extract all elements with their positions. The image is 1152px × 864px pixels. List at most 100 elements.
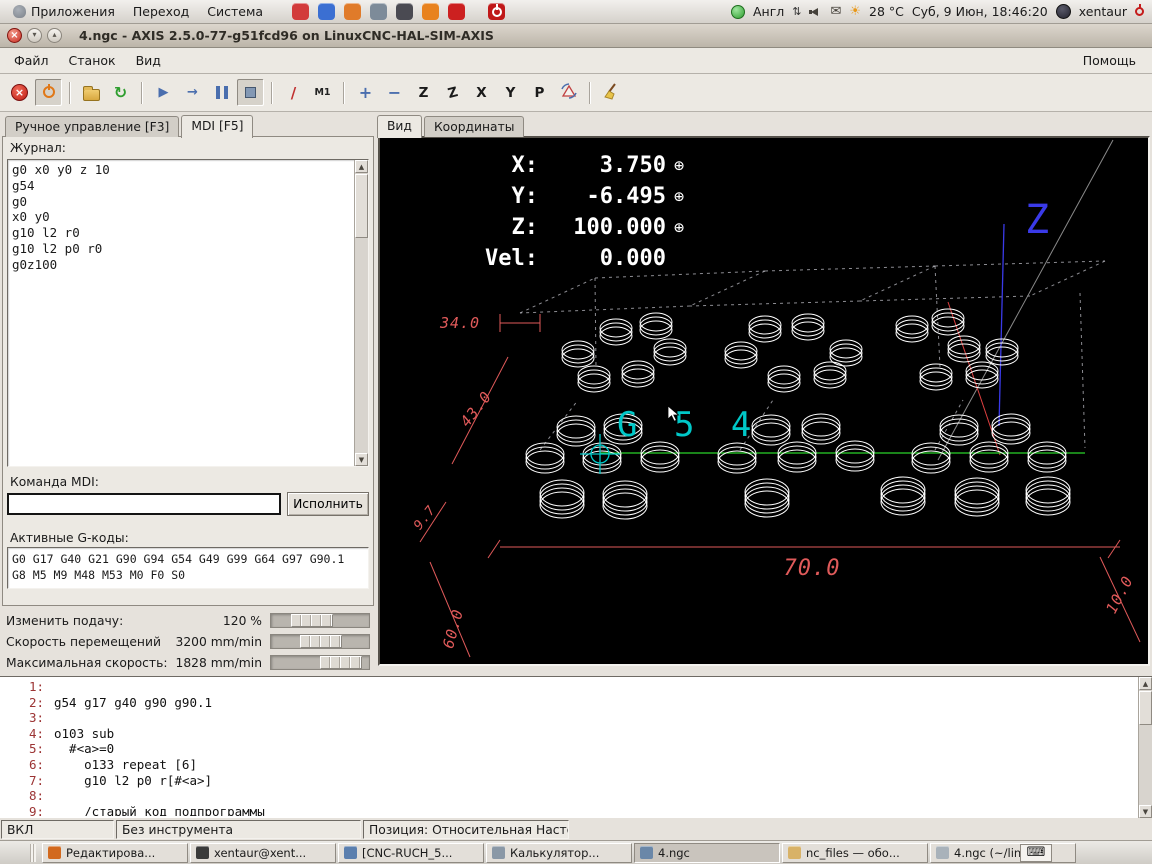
view-rotated-top-button[interactable]: Z: [439, 79, 466, 106]
taskbar-item-2[interactable]: [CNC-RUCH_5...: [338, 843, 484, 863]
firefox-launcher-icon[interactable]: [344, 3, 361, 20]
volume-icon[interactable]: [809, 6, 822, 18]
program-scrollbar[interactable]: ▲▼: [1138, 677, 1152, 818]
zoom-in-button[interactable]: +: [352, 79, 379, 106]
scroll-down-arrow[interactable]: ▼: [1139, 805, 1152, 818]
power-icon: [41, 83, 57, 102]
mail-icon[interactable]: ✉: [830, 4, 841, 19]
gcode-listing[interactable]: 1:2:g54 g17 g40 g90 g90.13:4:o103 sub5: …: [0, 676, 1152, 818]
camera-launcher-icon[interactable]: [396, 3, 413, 20]
reload-icon: ↻: [114, 83, 127, 102]
quit-icon[interactable]: [1135, 7, 1144, 16]
calculator-launcher-icon[interactable]: [370, 3, 387, 20]
scroll-down-arrow[interactable]: ▼: [355, 453, 368, 466]
web-browser-launcher-icon[interactable]: [318, 3, 335, 20]
optional-pause-button[interactable]: M1: [309, 79, 336, 106]
scroll-trough[interactable]: [1139, 690, 1152, 805]
gcode-line[interactable]: 1:: [0, 679, 1136, 695]
main-area: Ручное управление [F3]MDI [F5] Журнал: g…: [0, 112, 1152, 676]
panel-menu-label: Переход: [133, 4, 189, 19]
scroll-thumb[interactable]: [355, 174, 368, 238]
gcode-line-number: 7:: [0, 773, 44, 789]
slider-handle[interactable]: [320, 656, 362, 669]
machine-power-button[interactable]: [35, 79, 62, 106]
feed-override-slider[interactable]: [270, 613, 370, 628]
window-maximize-button[interactable]: ▴: [47, 28, 62, 43]
stop-icon: [245, 87, 256, 98]
panel-menu-places[interactable]: Переход: [124, 2, 198, 21]
tab-dro[interactable]: Координаты: [424, 116, 525, 137]
gcode-line[interactable]: 9: /старый код подпрограммы: [0, 804, 1136, 816]
gcode-line[interactable]: 8:: [0, 788, 1136, 804]
tab-preview[interactable]: Вид: [377, 115, 422, 138]
menu-machine[interactable]: Станок: [59, 49, 126, 72]
taskbar-item-6[interactable]: 4.ngc (~/linux...: [930, 843, 1076, 863]
mdi-command-input[interactable]: [7, 493, 281, 515]
keyboard-layout-indicator[interactable]: Англ: [753, 4, 784, 19]
taskbar-item-1[interactable]: xentaur@xent...: [190, 843, 336, 863]
panel-menu-system[interactable]: Система: [198, 2, 272, 21]
history-scrollbar[interactable]: ▲▼: [354, 160, 368, 466]
view-perspective-button[interactable]: P: [526, 79, 553, 106]
keyboard-indicator[interactable]: ⌨: [1020, 844, 1052, 862]
user-icon[interactable]: [1056, 4, 1071, 19]
slider-handle[interactable]: [300, 635, 342, 648]
clear-plot-button[interactable]: [598, 79, 625, 106]
taskbar-item-4[interactable]: 4.ngc: [634, 843, 780, 863]
estop-button[interactable]: ×: [6, 79, 33, 106]
layout-switch-icon[interactable]: ⇅: [792, 5, 801, 18]
tab-mdi[interactable]: MDI [F5]: [181, 115, 253, 138]
alarm-clock-launcher-icon[interactable]: [292, 3, 309, 20]
reload-file-button[interactable]: ↻: [107, 79, 134, 106]
mdi-execute-button[interactable]: Исполнить: [287, 492, 369, 516]
menu-file[interactable]: Файл: [4, 49, 59, 72]
slider-label: Изменить подачу:: [6, 614, 123, 628]
shutdown-launcher-icon[interactable]: [488, 3, 505, 20]
gcode-line[interactable]: 5: #<a>=0: [0, 741, 1136, 757]
window-close-button[interactable]: ×: [7, 28, 22, 43]
zoom-out-button[interactable]: −: [381, 79, 408, 106]
gcode-line[interactable]: 2:g54 g17 g40 g90 g90.1: [0, 695, 1136, 711]
skip-lines-button[interactable]: /: [280, 79, 307, 106]
gcode-line[interactable]: 7: g10 l2 p0 r[#<a>]: [0, 773, 1136, 789]
view-side-button[interactable]: X: [468, 79, 495, 106]
preview-canvas[interactable]: 34.043.09.770.060.010.0G 5 4Z X:3.750⊕Y:…: [378, 136, 1150, 666]
jog-speed-slider[interactable]: [270, 634, 370, 649]
max-velocity-slider[interactable]: [270, 655, 370, 670]
scroll-up-arrow[interactable]: ▲: [355, 160, 368, 173]
clear-plot-icon: [603, 82, 621, 103]
panel-menu-applications[interactable]: Приложения: [4, 2, 124, 21]
vlc-launcher-icon[interactable]: [422, 3, 439, 20]
weather-icon[interactable]: ☀: [849, 4, 861, 19]
opera-launcher-icon[interactable]: [448, 3, 465, 20]
step-button[interactable]: →: [179, 79, 206, 106]
pause-button[interactable]: [208, 79, 235, 106]
taskbar-item-3[interactable]: Калькулятор...: [486, 843, 632, 863]
gcode-line[interactable]: 3:: [0, 710, 1136, 726]
mdi-history-list[interactable]: g0 x0 y0 z 10g54g0x0 y0g10 l2 r0g10 l2 p…: [7, 159, 369, 467]
tab-manual-control[interactable]: Ручное управление [F3]: [5, 116, 179, 137]
gcode-line[interactable]: 4:o103 sub: [0, 726, 1136, 742]
username-label[interactable]: xentaur: [1079, 4, 1127, 19]
network-status-icon[interactable]: [731, 5, 745, 19]
taskbar-item-5[interactable]: nc_files — обо...: [782, 843, 928, 863]
menu-help[interactable]: Помощь: [1071, 49, 1148, 72]
slider-handle[interactable]: [291, 614, 333, 627]
clock[interactable]: Суб, 9 Июн, 18:46:20: [912, 4, 1048, 19]
taskbar-item-0[interactable]: Редактирова...: [42, 843, 188, 863]
rotate-mode-button[interactable]: [555, 79, 582, 106]
scroll-thumb[interactable]: [1139, 691, 1152, 725]
stop-button[interactable]: [237, 79, 264, 106]
menu-view[interactable]: Вид: [126, 49, 171, 72]
gcode-line[interactable]: 6: o133 repeat [6]: [0, 757, 1136, 773]
open-file-button[interactable]: [78, 79, 105, 106]
active-gcodes-label: Активные G-коды:: [10, 531, 129, 545]
view-top-button[interactable]: Z: [410, 79, 437, 106]
window-titlebar[interactable]: × ▾ ▴ 4.ngc - AXIS 2.5.0-77-g51fcd96 on …: [0, 24, 1152, 48]
taskbar-handle[interactable]: [30, 844, 36, 862]
scroll-up-arrow[interactable]: ▲: [1139, 677, 1152, 690]
scroll-trough[interactable]: [355, 173, 368, 453]
view-front-button[interactable]: Y: [497, 79, 524, 106]
run-program-button[interactable]: ▶: [150, 79, 177, 106]
window-minimize-button[interactable]: ▾: [27, 28, 42, 43]
